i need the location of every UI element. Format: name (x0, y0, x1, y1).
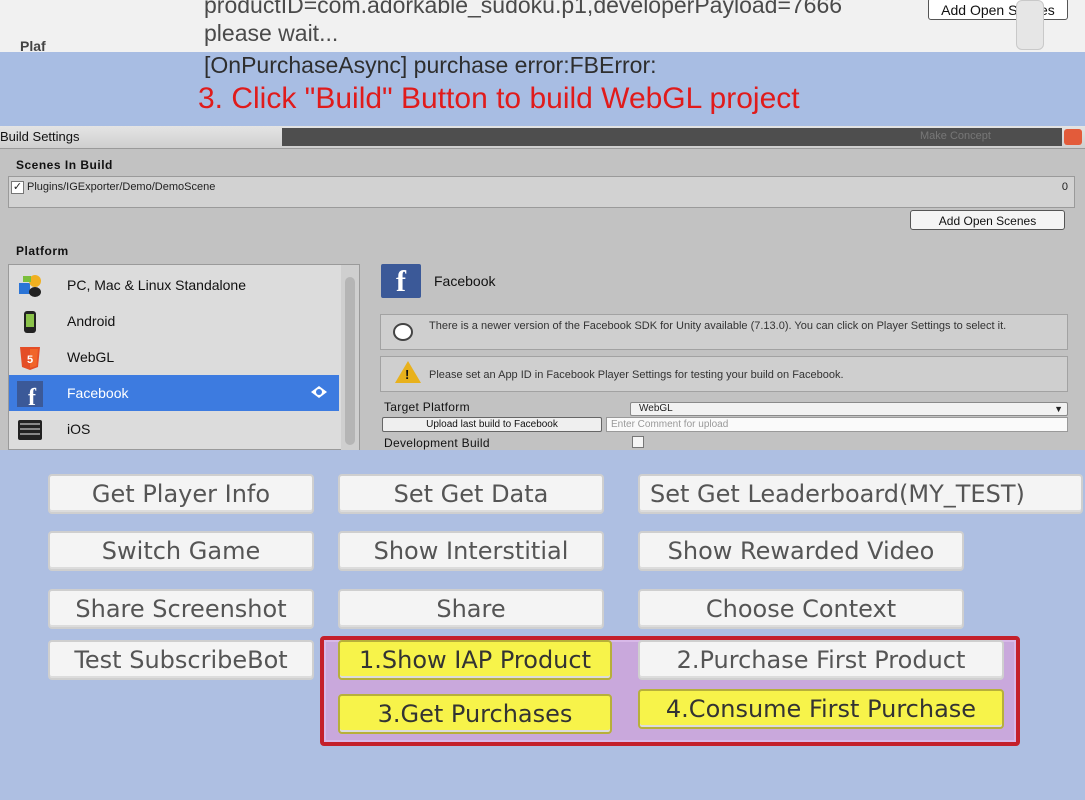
window-title: Build Settings (0, 129, 80, 144)
app-id-warning: ! Please set an App ID in Facebook Playe… (380, 356, 1068, 392)
upload-last-build-button[interactable]: Upload last build to Facebook (382, 417, 602, 432)
log-line-wait: please wait... (204, 20, 339, 46)
platform-label: Platform (16, 244, 69, 258)
platform-item-webgl[interactable]: 5 WebGL (9, 339, 339, 375)
platform-list: PC, Mac & Linux Standalone Android 5 Web… (8, 264, 360, 450)
target-platform-value: WebGL (639, 403, 673, 414)
share-button[interactable]: Share (338, 589, 604, 629)
build-settings-titlebar[interactable]: Build Settings Make Concept (0, 126, 1085, 149)
android-icon (24, 311, 36, 333)
add-open-scenes-button[interactable]: Add Open Scenes (910, 210, 1065, 230)
platform-label-facebook: Facebook (67, 385, 129, 401)
switch-game-button[interactable]: Switch Game (48, 531, 314, 571)
warning-exclamation: ! (405, 367, 410, 382)
scenes-in-build-label: Scenes In Build (16, 158, 113, 172)
choose-context-button[interactable]: Choose Context (638, 589, 964, 629)
close-icon[interactable] (1064, 129, 1082, 145)
build-settings-window: Build Settings Make Concept Scenes In Bu… (0, 126, 1085, 450)
platform-label-standalone: PC, Mac & Linux Standalone (67, 277, 246, 293)
titlebar-right-label: Make Concept (920, 130, 991, 142)
log-line-purchase-error: [OnPurchaseAsync] purchase error:FBError… (204, 52, 657, 78)
pc-mac-linux-icon (19, 275, 41, 297)
info-icon (393, 323, 413, 341)
set-get-data-button[interactable]: Set Get Data (338, 474, 604, 514)
get-purchases-button[interactable]: 3.Get Purchases (338, 694, 612, 734)
facebook-icon: f (17, 381, 43, 407)
platform-item-android[interactable]: Android (9, 303, 339, 339)
show-rewarded-video-button[interactable]: Show Rewarded Video (638, 531, 964, 571)
platform-item-ios[interactable]: iOS (9, 411, 339, 447)
development-build-label: Development Build (384, 436, 490, 450)
target-platform-select[interactable]: WebGL ▼ (630, 402, 1068, 416)
show-iap-product-button[interactable]: 1.Show IAP Product (338, 640, 612, 680)
selected-platform-header: Facebook (434, 273, 496, 289)
sdk-update-text: There is a newer version of the Facebook… (429, 320, 1007, 332)
target-platform-label: Target Platform (384, 400, 470, 414)
sdk-update-notice: There is a newer version of the Facebook… (380, 314, 1068, 350)
html5-icon: 5 (20, 347, 40, 370)
debug-log-panel: productID=com.adorkable_sudoku.p1,develo… (0, 0, 1085, 52)
platform-item-standalone[interactable]: PC, Mac & Linux Standalone (9, 267, 339, 303)
scenes-list: ✓ Plugins/IGExporter/Demo/DemoScene 0 (8, 176, 1075, 208)
upload-comment-input[interactable]: Enter Comment for upload (606, 417, 1068, 432)
scene-index: 0 (1061, 181, 1068, 193)
unity-active-icon (311, 386, 327, 398)
instruction-title: 3. Click "Build" Button to build WebGL p… (198, 82, 800, 115)
app-id-warning-text: Please set an App ID in Facebook Player … (429, 369, 844, 381)
scene-checkbox[interactable]: ✓ (11, 181, 24, 194)
development-build-checkbox[interactable] (632, 436, 644, 448)
scene-path[interactable]: Plugins/IGExporter/Demo/DemoScene (27, 181, 215, 193)
facebook-header-icon: f (381, 264, 421, 298)
set-get-leaderboard-button[interactable]: Set Get Leaderboard(MY_TEST) (638, 474, 1083, 514)
svg-text:5: 5 (27, 354, 33, 366)
chevron-down-icon: ▼ (1054, 404, 1063, 414)
test-subscribebot-button[interactable]: Test SubscribeBot (48, 640, 314, 680)
platform-item-facebook[interactable]: f Facebook (9, 375, 339, 411)
platform-label-webgl: WebGL (67, 349, 115, 365)
log-line-product: productID=com.adorkable_sudoku.p1,develo… (204, 0, 843, 18)
show-interstitial-button[interactable]: Show Interstitial (338, 531, 604, 571)
get-player-info-button[interactable]: Get Player Info (48, 474, 314, 514)
platform-label-android: Android (67, 313, 116, 329)
share-screenshot-button[interactable]: Share Screenshot (48, 589, 314, 629)
log-left-fragment: Plaf (20, 38, 46, 52)
purchase-first-product-button[interactable]: 2.Purchase First Product (638, 640, 1004, 680)
log-scrollbar[interactable] (1016, 0, 1044, 50)
log-add-open-scenes-button[interactable]: Add Open Scenes (928, 0, 1068, 20)
ios-icon (18, 420, 42, 440)
svg-text:f: f (28, 385, 37, 407)
platform-label-ios: iOS (67, 421, 91, 437)
platform-scroll-thumb[interactable] (345, 277, 355, 445)
consume-first-purchase-button[interactable]: 4.Consume First Purchase (638, 689, 1004, 729)
